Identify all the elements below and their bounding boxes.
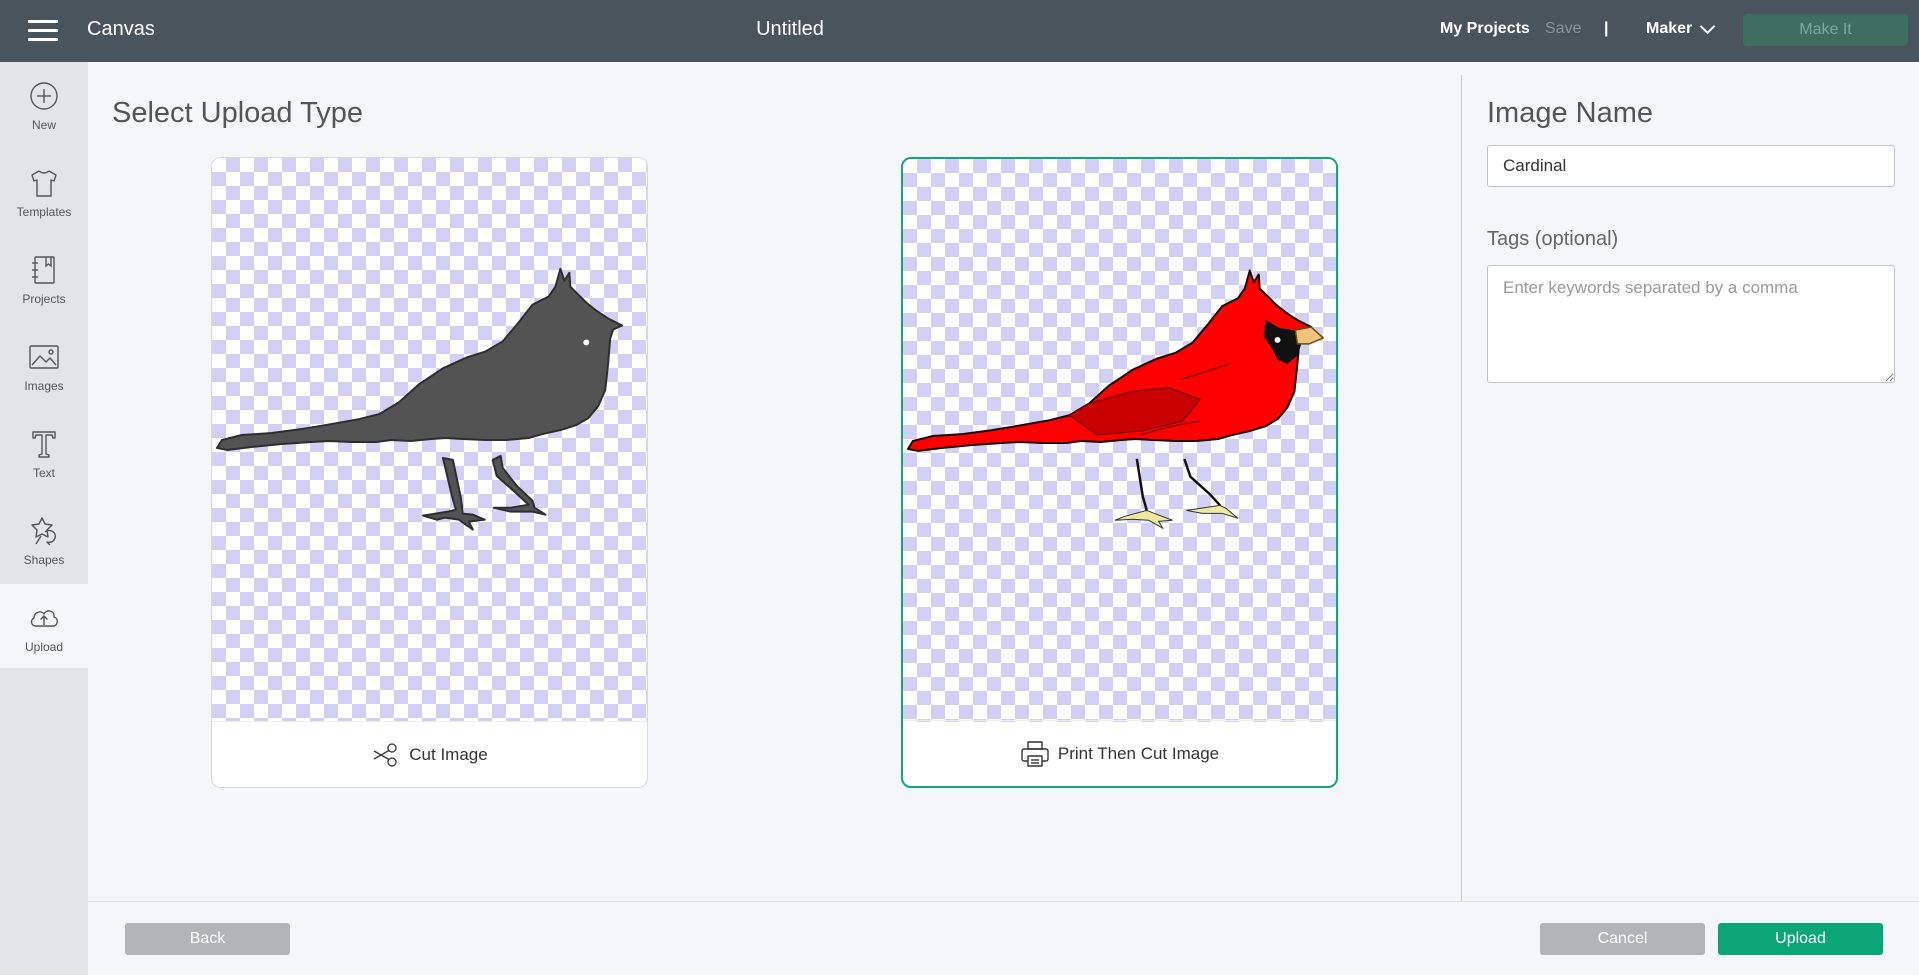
sidebar-item-label: Images [24,379,64,393]
cut-image-option[interactable]: Cut Image [211,157,648,788]
upload-button[interactable]: Upload [1718,923,1883,955]
top-bar: Canvas Untitled My Projects Save | Maker… [0,0,1919,62]
sidebar-item-label: Projects [22,292,66,306]
sidebar-item-projects[interactable]: Projects [0,236,88,320]
tags-label: Tags (optional) [1487,228,1619,250]
chevron-down-icon [1699,18,1716,34]
sidebar-item-label: Templates [16,205,72,219]
sidebar-item-upload[interactable]: Upload [0,584,88,668]
save-button[interactable]: Save [1545,20,1581,38]
notebook-icon [32,256,55,284]
cardinal-silhouette-icon [215,267,624,531]
sidebar-item-new[interactable]: New [0,62,88,146]
topbar-separator: | [1604,20,1609,37]
cancel-button[interactable]: Cancel [1540,923,1705,955]
sidebar-item-label: Text [32,466,55,480]
image-name-input[interactable] [1487,145,1895,187]
sidebar-item-shapes[interactable]: Shapes [0,497,88,581]
print-then-cut-preview [903,159,1336,722]
image-name-heading: Image Name [1487,97,1654,129]
cut-image-footer: Cut Image [212,721,647,787]
machine-selector[interactable]: Maker [1646,18,1716,38]
print-then-cut-label: Print Then Cut Image [1057,743,1220,763]
shapes-icon [31,517,57,546]
scissors-icon [373,742,397,767]
text-t-icon [32,431,56,458]
printer-icon [1021,740,1049,767]
plus-circle-icon [30,82,58,110]
sidebar-item-images[interactable]: Images [0,323,88,407]
sidebar-item-text[interactable]: Text [0,410,88,494]
sidebar-item-templates[interactable]: Templates [0,149,88,233]
print-then-cut-option[interactable]: Print Then Cut Image [901,157,1338,788]
image-icon [29,345,59,369]
my-projects-link[interactable]: My Projects [1440,20,1530,38]
document-title[interactable]: Untitled [0,18,1580,41]
tags-input[interactable] [1487,265,1895,383]
print-then-cut-footer: Print Then Cut Image [903,720,1336,786]
panel-divider [1461,75,1462,901]
cut-image-label: Cut Image [409,744,488,764]
back-button[interactable]: Back [125,923,290,955]
sidebar-item-label: New [31,118,56,132]
left-sidebar: New Templates Projects Images Text Shape… [0,62,88,975]
sidebar-item-label: Shapes [23,553,65,567]
cut-image-preview [212,158,647,721]
sidebar-item-label: Upload [24,640,64,654]
page-title: Select Upload Type [112,97,363,129]
make-it-button[interactable]: Make It [1743,14,1908,46]
cardinal-color-icon [906,269,1325,530]
tshirt-icon [31,170,57,197]
cloud-upload-icon [30,610,58,627]
machine-label: Maker [1646,20,1693,37]
